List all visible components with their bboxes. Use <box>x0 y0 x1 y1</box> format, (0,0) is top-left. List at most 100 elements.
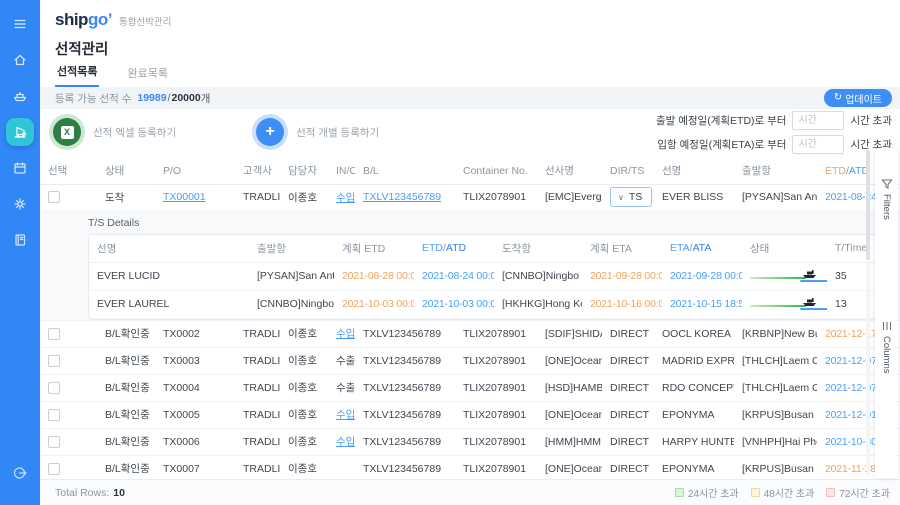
shipment-crane-icon[interactable] <box>6 118 34 146</box>
table-row: 도착 TX00001 TRADLINX 이종호 수입 TXLV123456789… <box>40 185 900 210</box>
settings-gear-icon[interactable] <box>6 190 34 218</box>
filters-tab[interactable]: Filters <box>880 178 893 220</box>
manager-cell: 이종호 <box>280 401 328 429</box>
ship-icon <box>803 269 816 278</box>
inout-value[interactable]: 수입 <box>336 436 355 448</box>
po-value[interactable]: TX00001 <box>163 191 206 203</box>
etd-filter-row: 출발 예정일(계획ETD)로 부터 시간 초과 <box>656 111 892 130</box>
bl-value[interactable]: TXLV123456789 <box>363 191 441 203</box>
row-checkbox[interactable] <box>48 381 60 394</box>
ts-col-etd-atd: ETD/ATD <box>414 234 494 263</box>
refresh-icon: ↻ <box>833 92 843 103</box>
expanded-row-group: 도착 TX00001 TRADLINX 이종호 수입 TXLV123456789… <box>40 185 900 210</box>
ts-table-header: 선명 출발항 계획 ETD ETD/ATD 도착항 계획 ETA ETA/ATA… <box>89 234 875 263</box>
tab-completed-list[interactable]: 완료목록 <box>125 65 169 87</box>
legend-72h-swatch <box>826 488 836 497</box>
home-icon[interactable] <box>6 46 34 74</box>
origin-cell: [KRPUS]Busan <box>734 455 817 483</box>
container-cell: TLIX2078901 <box>455 401 537 429</box>
bl-value[interactable]: TXLV123456789 <box>363 463 441 475</box>
footer-bar: Total Rows: 10 24시간 초과 48시간 초과 72시간 초과 <box>40 479 900 505</box>
col-manager: 담당자 <box>280 157 328 185</box>
col-customer: 고객사 <box>235 157 280 185</box>
po-value[interactable]: TX0003 <box>163 355 200 367</box>
excel-register-label[interactable]: 선적 엑셀 등록하기 <box>93 125 176 140</box>
ts-col-status: 상태 <box>742 234 827 263</box>
quota-bar: 등록 가능 선적 수 19989 / 20000 개 ↻ 업데이트 <box>40 87 900 109</box>
ts-col-vessel: 선명 <box>89 234 249 263</box>
dirts-value[interactable]: DIRECT <box>610 463 649 475</box>
scrollbar-thumb[interactable] <box>866 150 870 260</box>
eta-hours-input[interactable] <box>792 135 845 154</box>
shipment-table: 선택 상태 P/O 고객사 담당자 IN/OUT B/L Container N… <box>40 157 900 505</box>
table-row: B/L확인중 TX0005 TRADLINX 이종호 수입 TXLV123456… <box>40 401 900 429</box>
origin-cell: [KRPUS]Busan <box>734 401 817 429</box>
tab-shipment-list[interactable]: 선적목록 <box>55 63 100 87</box>
dirts-value[interactable]: DIRECT <box>610 436 649 448</box>
excel-register-button[interactable]: X <box>53 118 81 146</box>
dirts-value[interactable]: DIRECT <box>610 328 649 340</box>
bl-value[interactable]: TXLV123456789 <box>363 436 441 448</box>
row-checkbox[interactable] <box>48 327 60 340</box>
ledger-book-icon[interactable] <box>6 226 34 254</box>
inout-value[interactable]: 수출 <box>336 382 355 394</box>
logo-tagline: 통합선박관리 <box>118 17 172 28</box>
menu-icon[interactable] <box>6 10 34 38</box>
row-checkbox[interactable] <box>48 191 60 204</box>
eta-filter-row: 입항 예정일(계획ETA)로 부터 시간 초과 <box>656 135 892 154</box>
single-register-button[interactable]: + <box>256 118 285 146</box>
carrier-cell: [ONE]Ocean N... <box>537 347 602 375</box>
customer-cell: TRADLINX <box>235 320 280 348</box>
row-checkbox[interactable] <box>48 462 60 475</box>
bl-value[interactable]: TXLV123456789 <box>363 409 441 421</box>
status-cell: B/L확인중 <box>97 455 155 483</box>
logout-icon[interactable] <box>6 459 34 487</box>
main-content: ship go’ 통합선박관리 선적관리 선적목록 완료목록 등록 가능 선적 수… <box>40 0 900 505</box>
etd-hours-input[interactable] <box>792 111 845 130</box>
calendar-icon[interactable] <box>6 154 34 182</box>
excel-icon: X <box>60 125 74 139</box>
ts-etd-atd-cell: 2021-10-03 00:00 <box>414 290 494 319</box>
container-cell: TLIX2078901 <box>455 320 537 348</box>
po-value[interactable]: TX0007 <box>163 463 200 475</box>
status-cell: B/L확인중 <box>97 428 155 456</box>
po-value[interactable]: TX0002 <box>163 328 200 340</box>
dirts-value[interactable]: DIRECT <box>610 409 649 421</box>
columns-tab[interactable]: Columns <box>881 320 893 373</box>
table-row: B/L확인중 TX0007 TRADLINX 이종호 TXLV123456789… <box>40 455 900 483</box>
inout-value[interactable]: 수출 <box>336 355 355 367</box>
bl-value[interactable]: TXLV123456789 <box>363 382 441 394</box>
ts-origin-cell: [CNNBO]Ningbo <box>249 290 334 319</box>
row-checkbox[interactable] <box>48 408 60 421</box>
bl-value[interactable]: TXLV123456789 <box>363 355 441 367</box>
bl-value[interactable]: TXLV123456789 <box>363 328 441 340</box>
po-value[interactable]: TX0005 <box>163 409 200 421</box>
row-checkbox[interactable] <box>48 354 60 367</box>
origin-cell: [PYSAN]San Antor <box>742 191 817 204</box>
customer-cell: TRADLINX <box>235 455 280 483</box>
etd-filter-suffix: 시간 초과 <box>850 115 892 127</box>
single-register-label[interactable]: 선적 개별 등록하기 <box>296 125 379 140</box>
side-panel-tabs: Filters Columns <box>875 148 898 478</box>
dirts-value[interactable]: DIRECT <box>610 355 649 367</box>
dirts-value[interactable]: DIRECT <box>610 382 649 394</box>
col-po: P/O <box>155 157 235 185</box>
dirts-value[interactable]: ∨ TS <box>610 187 653 208</box>
inout-value[interactable]: 수입 <box>336 409 355 421</box>
customer-cell: TRADLINX <box>235 428 280 456</box>
vessel-icon[interactable] <box>6 82 34 110</box>
vertical-scrollbar[interactable] <box>866 150 870 476</box>
ts-origin-cell: [PYSAN]San Antonio <box>249 262 334 291</box>
overdue-legend: 24시간 초과 48시간 초과 72시간 초과 <box>674 485 890 500</box>
po-value[interactable]: TX0006 <box>163 436 200 448</box>
inout-value[interactable]: 수입 <box>336 192 355 204</box>
carrier-cell: [ONE]Ocean N... <box>537 455 602 483</box>
po-value[interactable]: TX0004 <box>163 382 200 394</box>
inout-value[interactable]: 수입 <box>336 328 355 340</box>
update-button-label: 업데이트 <box>845 94 882 106</box>
vessel-cell: EVER BLISS <box>662 191 724 204</box>
row-checkbox[interactable] <box>48 435 60 448</box>
legend-48h: 48시간 초과 <box>750 485 814 500</box>
update-button[interactable]: ↻ 업데이트 <box>823 89 892 107</box>
ts-dest-cell: [HKHKG]Hong Kong <box>494 290 582 319</box>
